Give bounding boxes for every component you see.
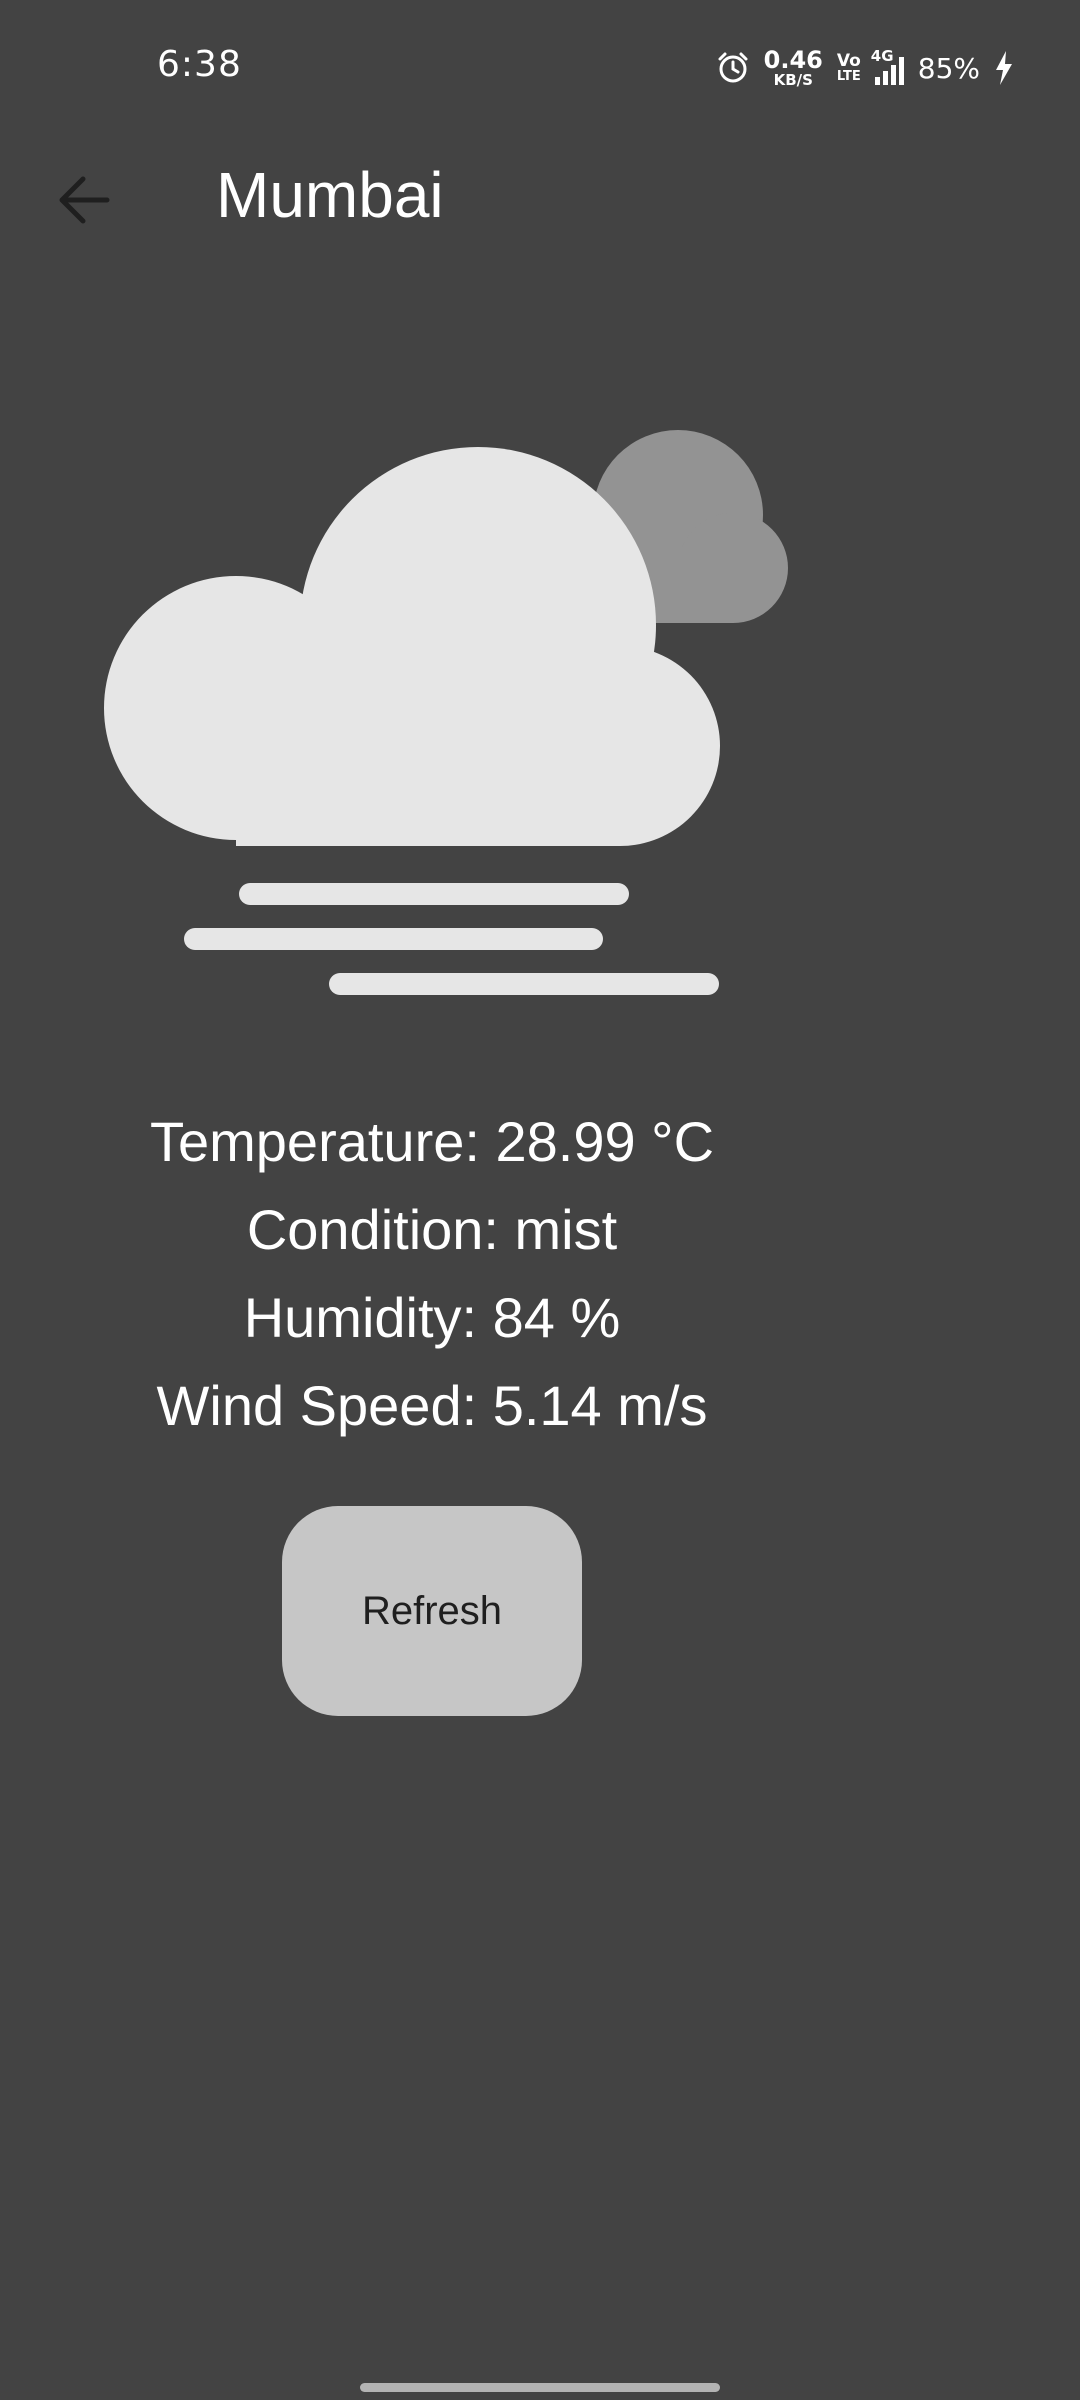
page-title: Mumbai xyxy=(216,159,444,231)
fog-lines xyxy=(184,883,719,995)
status-icons: 0.46 KB/S Vo LTE 4G 85% xyxy=(716,44,1014,92)
network-type-label: 4G xyxy=(870,47,894,65)
refresh-button[interactable]: Refresh xyxy=(282,1506,582,1716)
wind-speed-text: Wind Speed: 5.14 m/s xyxy=(156,1374,708,1437)
weather-info: Temperature: 28.99 °C Condition: mist Hu… xyxy=(0,1098,864,1450)
arrow-left-icon xyxy=(57,175,111,225)
weather-screen: 6:38 0.46 KB/S Vo LTE 4G 85% Mumbai Temp… xyxy=(0,0,1080,2400)
alarm-icon xyxy=(716,51,750,85)
status-time: 6:38 xyxy=(157,44,242,85)
battery-percent: 85% xyxy=(917,51,980,85)
network-speed: 0.46 KB/S xyxy=(764,48,823,88)
humidity-text: Humidity: 84 % xyxy=(243,1286,621,1349)
status-bar: 6:38 0.46 KB/S Vo LTE 4G 85% xyxy=(0,0,1080,130)
cellular-signal-icon: 4G xyxy=(871,47,904,85)
cloud-fog-icon xyxy=(100,430,800,1010)
network-speed-value: 0.46 xyxy=(763,46,823,74)
volte-indicator: Vo LTE xyxy=(836,51,861,84)
back-button[interactable] xyxy=(44,160,124,240)
temperature-text: Temperature: 28.99 °C xyxy=(149,1110,715,1173)
volte-bottom: LTE xyxy=(836,69,861,84)
condition-text: Condition: mist xyxy=(246,1198,618,1261)
network-speed-unit: KB/S xyxy=(773,71,813,89)
charging-bolt-icon xyxy=(994,51,1014,85)
gesture-bar[interactable] xyxy=(360,2383,720,2392)
volte-top: Vo xyxy=(836,51,861,71)
app-bar: Mumbai xyxy=(0,130,1080,270)
